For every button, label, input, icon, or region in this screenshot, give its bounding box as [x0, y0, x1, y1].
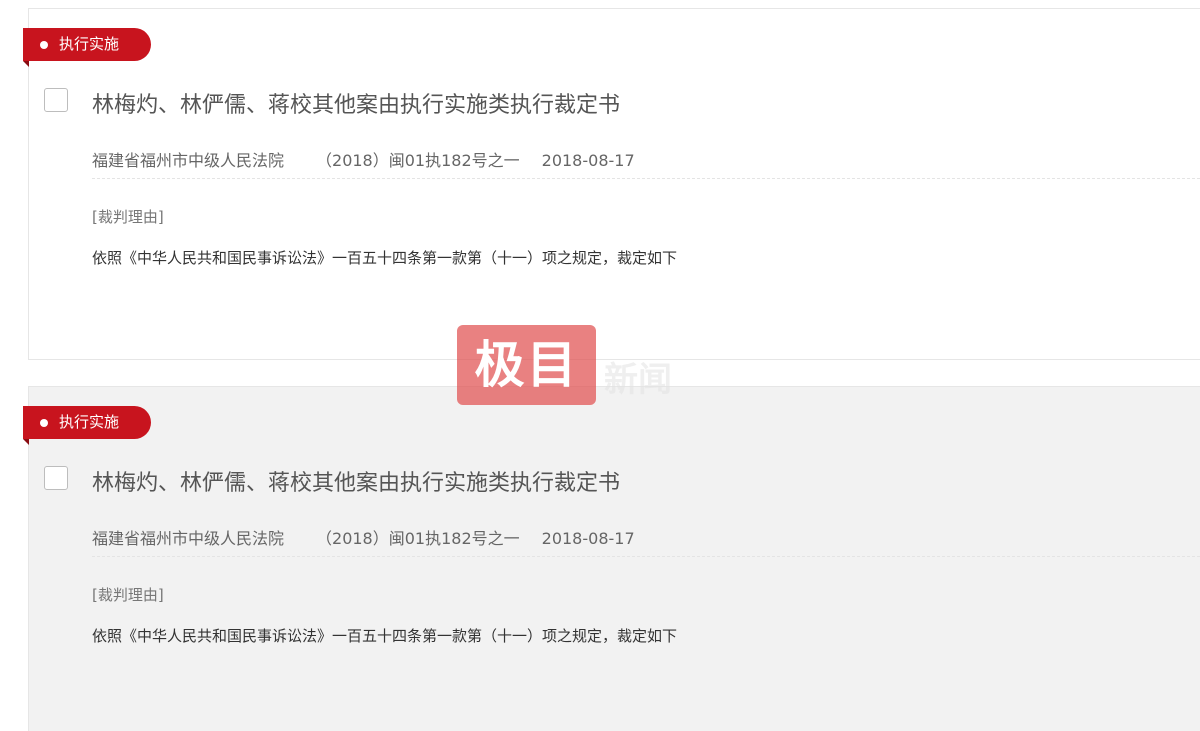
category-tag: 执行实施: [23, 406, 151, 445]
divider: [92, 556, 1200, 557]
tag-dot-icon: [40, 41, 48, 49]
case-number: （2018）闽01执182号之一: [316, 151, 520, 170]
court-name: 福建省福州市中级人民法院: [92, 151, 285, 170]
watermark-logo: 极目: [457, 325, 596, 405]
select-checkbox[interactable]: [44, 466, 68, 490]
select-checkbox[interactable]: [44, 88, 68, 112]
category-tag-label: 执行实施: [59, 35, 120, 53]
tag-dot-icon: [40, 419, 48, 427]
reason-label: [裁判理由]: [92, 208, 164, 226]
judgment-date: 2018-08-17: [541, 529, 635, 548]
category-tag-label: 执行实施: [59, 413, 120, 431]
court-name: 福建省福州市中级人民法院: [92, 529, 285, 548]
results-page: 执行实施 林梅灼、林俨儒、蒋校其他案由执行实施类执行裁定书 福建省福州市中级人民…: [0, 0, 1200, 731]
reason-text: 依照《中华人民共和国民事诉讼法》一百五十四条第一款第（十一）项之规定，裁定如下: [92, 249, 678, 267]
category-tag: 执行实施: [23, 28, 151, 67]
reason-text: 依照《中华人民共和国民事诉讼法》一百五十四条第一款第（十一）项之规定，裁定如下: [92, 627, 678, 645]
case-number: （2018）闽01执182号之一: [316, 529, 520, 548]
document-meta: 福建省福州市中级人民法院 （2018）闽01执182号之一 2018-08-17: [92, 147, 635, 171]
result-card[interactable]: 执行实施 林梅灼、林俨儒、蒋校其他案由执行实施类执行裁定书 福建省福州市中级人民…: [23, 8, 1200, 360]
result-card[interactable]: 执行实施 林梅灼、林俨儒、蒋校其他案由执行实施类执行裁定书 福建省福州市中级人民…: [23, 386, 1200, 731]
divider: [92, 178, 1200, 179]
document-title-link[interactable]: 林梅灼、林俨儒、蒋校其他案由执行实施类执行裁定书: [92, 465, 620, 497]
reason-label: [裁判理由]: [92, 586, 164, 604]
judgment-date: 2018-08-17: [541, 151, 635, 170]
document-meta: 福建省福州市中级人民法院 （2018）闽01执182号之一 2018-08-17: [92, 525, 635, 549]
document-title-link[interactable]: 林梅灼、林俨儒、蒋校其他案由执行实施类执行裁定书: [92, 87, 620, 119]
watermark-trailing-text: 新闻: [604, 360, 672, 400]
